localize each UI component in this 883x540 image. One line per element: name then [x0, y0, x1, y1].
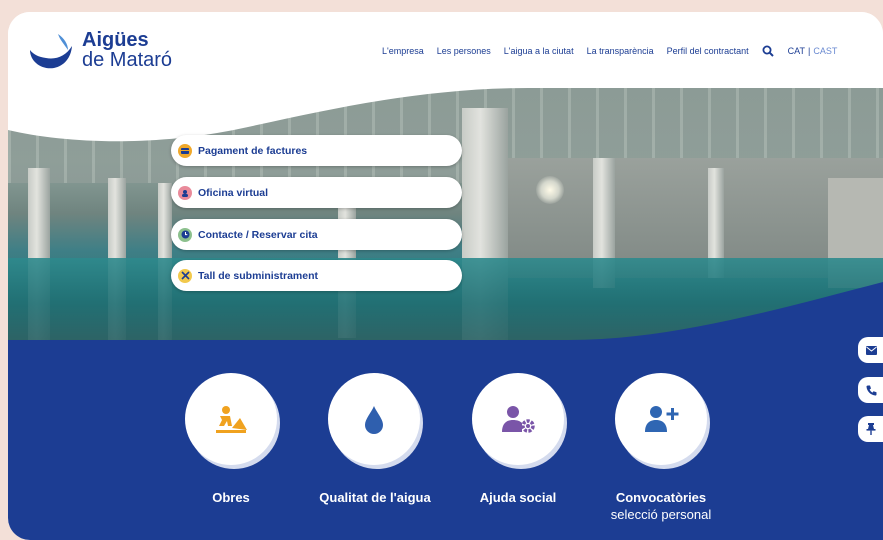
page-frame: Aigües de Mataró L'empresa Les persones …	[8, 12, 883, 540]
virtual-office-icon	[178, 185, 192, 200]
service-card-obres[interactable]	[185, 373, 277, 465]
nav-item-persones[interactable]: Les persones	[437, 46, 491, 56]
nav-item-transparencia[interactable]: La transparència	[587, 46, 654, 56]
pin-icon	[866, 423, 876, 435]
lang-separator: |	[808, 46, 811, 56]
side-button-email[interactable]	[858, 337, 883, 363]
logo-subtitle: de Mataró	[82, 49, 173, 71]
water-drop-icon	[365, 406, 383, 434]
invoice-icon	[178, 143, 192, 158]
user-plus-icon	[645, 406, 679, 432]
service-title-ajuda-social[interactable]: Ajuda social	[438, 490, 598, 505]
tools-icon	[178, 268, 192, 283]
service-subtitle-convocatories: selecció personal	[610, 507, 712, 522]
side-button-phone[interactable]	[858, 377, 883, 403]
clock-icon	[178, 227, 192, 242]
quick-link-label: Tall de subministrament	[198, 269, 318, 282]
nav-item-empresa[interactable]: L'empresa	[382, 46, 424, 56]
logo[interactable]: Aigües de Mataró	[28, 30, 172, 70]
logo-title: Aigües	[82, 29, 149, 51]
quick-link-pagament[interactable]: Pagament de factures	[171, 135, 462, 166]
quick-link-oficina-virtual[interactable]: Oficina virtual	[171, 177, 462, 208]
quick-link-tall-subministrament[interactable]: Tall de subministrament	[171, 260, 462, 291]
service-card-qualitat[interactable]	[328, 373, 420, 465]
service-title-convocatories[interactable]: Convocatòries	[581, 490, 741, 505]
side-button-location[interactable]	[858, 416, 883, 442]
lang-cast[interactable]: CAST	[813, 46, 837, 56]
main-nav: L'empresa Les persones L'aigua a la ciut…	[382, 45, 837, 57]
logo-wave-icon	[30, 34, 72, 69]
language-switcher: CAT | CAST	[788, 46, 838, 56]
quick-link-label: Contacte / Reservar cita	[198, 228, 318, 241]
nav-item-perfil-contractant[interactable]: Perfil del contractant	[667, 46, 749, 56]
service-title-qualitat[interactable]: Qualitat de l'aigua	[295, 490, 455, 505]
search-icon[interactable]	[762, 45, 774, 57]
service-card-convocatories[interactable]	[615, 373, 707, 465]
nav-item-aigua-ciutat[interactable]: L'aigua a la ciutat	[504, 46, 574, 56]
lang-cat[interactable]: CAT	[788, 46, 805, 56]
quick-link-label: Pagament de factures	[198, 144, 308, 157]
site-header: Aigües de Mataró L'empresa Les persones …	[8, 12, 883, 92]
envelope-icon	[866, 345, 877, 355]
quick-link-contacte[interactable]: Contacte / Reservar cita	[171, 219, 462, 250]
quick-link-label: Oficina virtual	[198, 186, 269, 199]
construction-worker-icon	[216, 406, 247, 433]
phone-icon	[866, 385, 877, 396]
user-gear-icon	[502, 406, 535, 433]
service-title-obres[interactable]: Obres	[151, 490, 311, 505]
service-card-ajuda-social[interactable]	[472, 373, 564, 465]
